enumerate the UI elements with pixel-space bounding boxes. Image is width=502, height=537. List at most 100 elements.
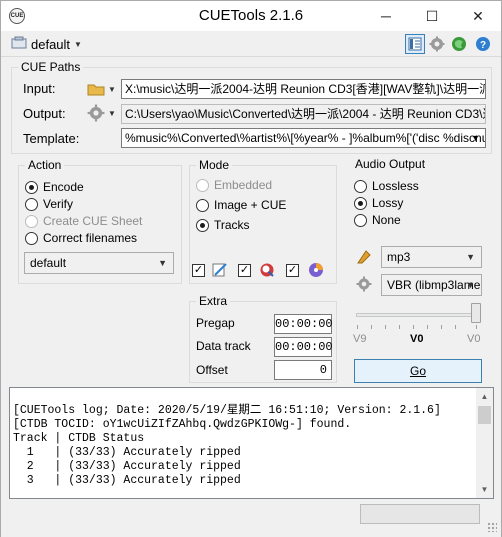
template-label: Template:	[23, 131, 80, 146]
minimize-button[interactable]: ─	[363, 1, 409, 31]
template-value: %music%\Converted\%artist%\[%year% - ]%a…	[125, 131, 486, 145]
chevron-down-icon: ▼	[74, 39, 82, 49]
radio-indicator	[196, 218, 209, 232]
action-verify-radio[interactable]: Verify	[25, 196, 73, 212]
audio-format-dropdown[interactable]: mp3 ▼	[381, 246, 482, 268]
codec-icon	[356, 249, 372, 265]
chevron-down-icon: ▼	[466, 252, 475, 262]
radio-indicator	[25, 197, 38, 211]
template-field[interactable]: %music%\Converted\%artist%\[%year% - ]%a…	[121, 128, 486, 148]
audio-lossy-radio[interactable]: Lossy	[354, 195, 403, 211]
profile-icon	[11, 36, 27, 53]
resize-grip-icon[interactable]	[487, 522, 497, 532]
toolbar: default ▼ ?	[1, 31, 501, 57]
slider-tick	[455, 325, 456, 329]
action-verify-label: Verify	[43, 197, 74, 211]
audio-lossless-label: Lossless	[372, 179, 419, 193]
maximize-button[interactable]: ☐	[409, 1, 455, 31]
mode-image-cue-label: Image + CUE	[214, 198, 287, 212]
chevron-down-icon[interactable]: ▼	[471, 129, 480, 147]
scroll-up-icon[interactable]: ▲	[476, 388, 493, 405]
action-create-cue-label: Create CUE Sheet	[43, 214, 143, 228]
audio-none-radio[interactable]: None	[354, 212, 401, 228]
update-globe-icon[interactable]	[449, 34, 469, 54]
extra-label: Extra	[196, 294, 231, 308]
action-create-cue-radio: Create CUE Sheet	[25, 213, 142, 229]
settings-gear-icon[interactable]	[427, 34, 447, 54]
slider-tick	[427, 325, 428, 329]
progress-bar	[360, 504, 480, 524]
quality-slider-thumb[interactable]	[471, 303, 481, 323]
action-correct-filenames-radio[interactable]: Correct filenames	[25, 230, 137, 246]
action-script-value: default	[30, 256, 67, 270]
mode-checkbox-2[interactable]: ✓	[238, 264, 251, 277]
help-icon[interactable]: ?	[473, 34, 493, 54]
output-gear-icon	[87, 104, 105, 122]
cue-paths-label: CUE Paths	[18, 60, 84, 74]
audio-lossless-radio[interactable]: Lossless	[354, 178, 419, 194]
radio-indicator	[196, 198, 209, 212]
mode-checkbox-3[interactable]: ✓	[286, 264, 299, 277]
action-correct-filenames-label: Correct filenames	[43, 231, 138, 245]
mode-tracks-label: Tracks	[214, 218, 250, 232]
quality-slider-track[interactable]	[356, 313, 481, 317]
edit-tags-icon[interactable]	[212, 262, 228, 278]
mode-label: Mode	[196, 158, 233, 172]
offset-field[interactable]: 0	[274, 360, 332, 380]
action-encode-radio[interactable]: Encode	[25, 179, 84, 195]
search-database-icon[interactable]	[259, 262, 275, 278]
action-label: Action	[25, 158, 65, 172]
pregap-label: Pregap	[196, 316, 235, 330]
log-line: Track | CTDB Status	[13, 432, 145, 445]
log-text: [CUETools log; Date: 2020/5/19/星期二 16:51…	[13, 390, 441, 498]
output-options-button[interactable]: ▼	[87, 103, 121, 123]
radio-indicator	[354, 196, 367, 210]
profile-dropdown[interactable]: default ▼	[7, 34, 87, 54]
slider-tick	[413, 325, 414, 329]
audio-output-label: Audio Output	[352, 157, 429, 171]
datatrack-label: Data track	[196, 339, 251, 353]
radio-indicator	[25, 214, 38, 228]
radio-indicator	[354, 179, 367, 193]
datatrack-field[interactable]: 00:00:00	[274, 337, 333, 357]
input-browse-button[interactable]: ▼	[87, 79, 121, 99]
mode-tracks-radio[interactable]: Tracks	[196, 217, 250, 233]
chevron-down-icon: ▼	[466, 280, 475, 290]
folder-icon	[87, 84, 105, 96]
radio-indicator	[25, 180, 38, 194]
layout-icon[interactable]	[405, 34, 425, 54]
scroll-down-icon[interactable]: ▼	[476, 481, 493, 498]
slider-tick	[399, 325, 400, 329]
mode-checkbox-1[interactable]: ✓	[192, 264, 205, 277]
log-panel[interactable]: [CUETools log; Date: 2020/5/19/星期二 16:51…	[9, 387, 494, 499]
log-scrollbar[interactable]: ▲ ▼	[476, 388, 493, 498]
scroll-thumb[interactable]	[478, 406, 491, 424]
profile-label: default	[31, 36, 71, 52]
svg-text:?: ?	[480, 40, 486, 51]
mode-embedded-label: Embedded	[214, 178, 273, 192]
log-line: [CUETools log; Date: 2020/5/19/星期二 16:51…	[13, 404, 441, 417]
input-path-field[interactable]: X:\music\达明一派2004-达明 Reunion CD3[香港][WAV…	[121, 79, 486, 99]
input-label: Input:	[23, 81, 56, 96]
encoder-dropdown[interactable]: VBR (libmp3lame ▼	[381, 274, 482, 296]
radio-indicator	[25, 231, 38, 245]
audio-lossy-label: Lossy	[372, 196, 404, 210]
cd-art-icon[interactable]	[308, 262, 324, 278]
mode-image-cue-radio[interactable]: Image + CUE	[196, 197, 286, 213]
audio-none-label: None	[372, 213, 401, 227]
radio-indicator	[354, 213, 367, 227]
action-script-dropdown[interactable]: default ▼	[24, 252, 174, 274]
close-button[interactable]: ✕	[455, 1, 501, 31]
title-bar: CUE CUETools 2.1.6 ─ ☐ ✕	[1, 1, 501, 31]
go-button[interactable]: Go	[354, 359, 482, 383]
chevron-down-icon: ▼	[158, 258, 167, 268]
pregap-field[interactable]: 00:00:00	[274, 314, 333, 334]
output-label: Output:	[23, 106, 66, 121]
main-window: CUE CUETools 2.1.6 ─ ☐ ✕ default ▼ ? CUE…	[0, 0, 502, 537]
slider-tick	[385, 325, 386, 329]
scale-left-label: V9	[353, 333, 367, 345]
go-label: Go	[409, 364, 426, 378]
output-path-field[interactable]: C:\Users\yao\Music\Converted\达明一派\2004 -…	[121, 104, 486, 124]
slider-tick	[476, 325, 477, 329]
chevron-down-icon: ▼	[108, 108, 116, 118]
